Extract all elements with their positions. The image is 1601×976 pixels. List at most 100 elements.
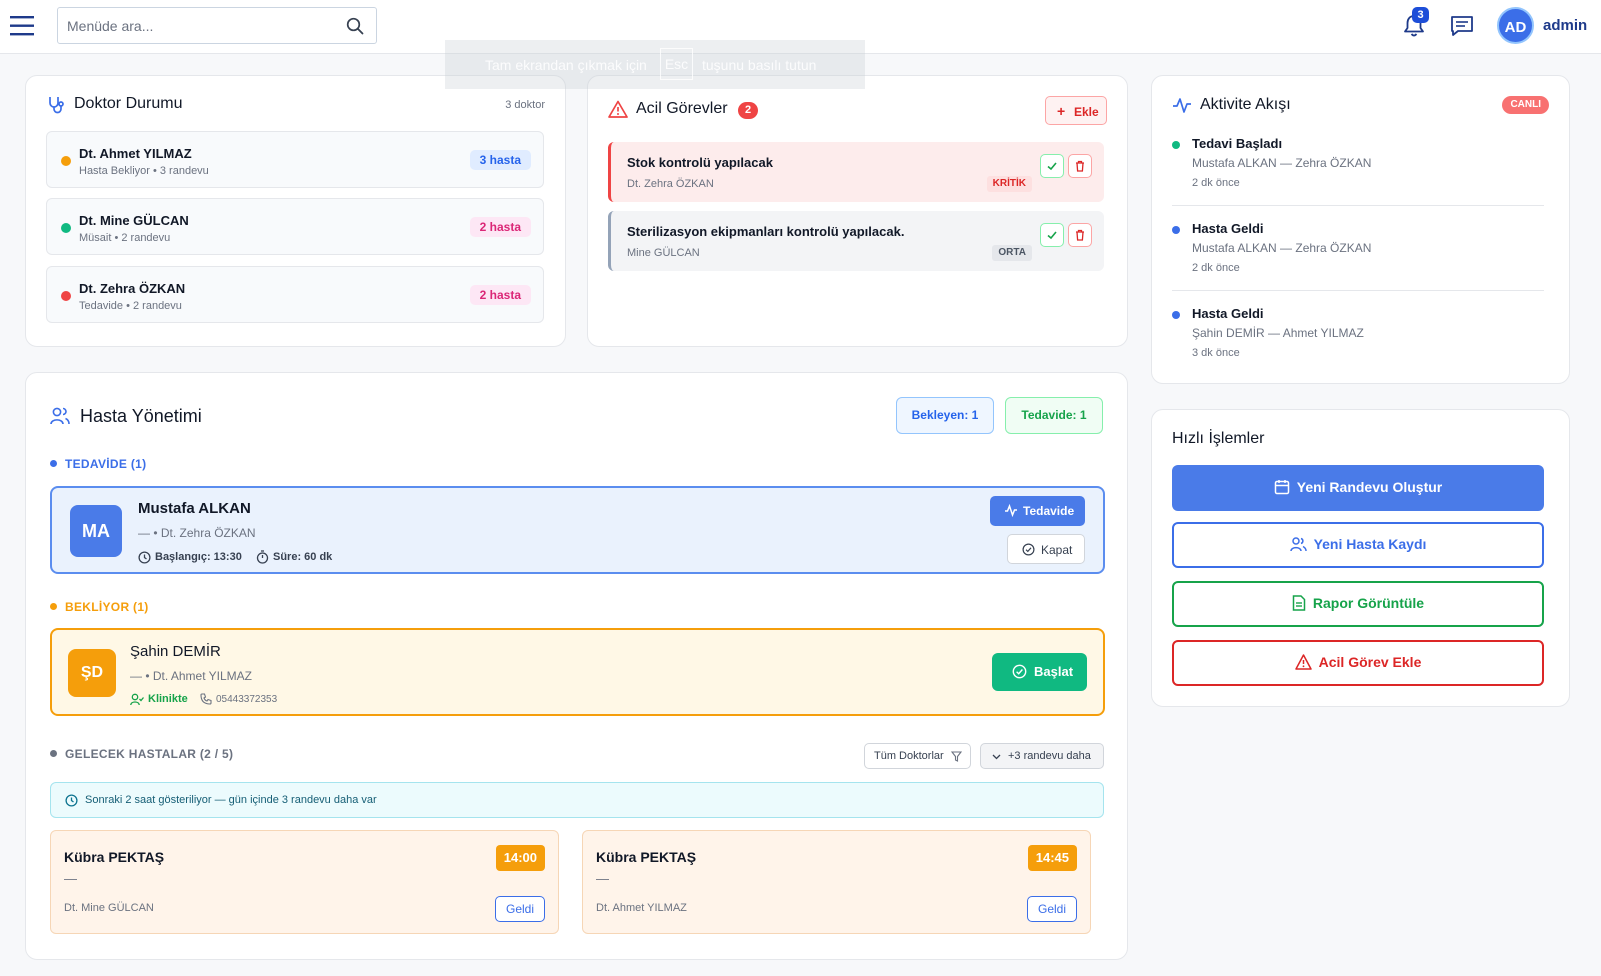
upcoming-info-text: Sonraki 2 saat gösteriliyor — gün içinde…: [85, 794, 377, 806]
doctor-item[interactable]: Dt. Mine GÜLCAN Müsait • 2 randevu 2 has…: [46, 198, 544, 255]
clock-icon: [65, 794, 78, 807]
users-icon: [1289, 537, 1307, 552]
activity-dot: [1172, 311, 1180, 319]
priority-tag: KRİTİK: [986, 176, 1032, 192]
patient-avatar: ŞD: [68, 649, 116, 697]
clock-icon: [138, 551, 151, 564]
activity-desc: Mustafa ALKAN — Zehra ÖZKAN: [1192, 241, 1372, 255]
doctor-status-text: Müsait • 2 randevu: [79, 232, 171, 244]
appointment-doctor: Dt. Mine GÜLCAN: [64, 902, 154, 914]
user-name[interactable]: admin: [1543, 17, 1587, 34]
stethoscope-icon: [46, 95, 66, 115]
view-report-button[interactable]: Rapor Görüntüle: [1172, 581, 1544, 627]
task-item[interactable]: Stok kontrolü yapılacak Dt. Zehra ÖZKAN …: [608, 142, 1104, 202]
fullscreen-exit-toast: Tam ekrandan çıkmak için Esc tuşunu bası…: [445, 40, 865, 89]
doctor-status-text: Hasta Bekliyor • 3 randevu: [79, 165, 209, 177]
activity-heading: Tedavi Başladı: [1192, 136, 1283, 151]
task-item[interactable]: Sterilizasyon ekipmanları kontrolü yapıl…: [608, 211, 1104, 271]
waiting-patient-card[interactable]: ŞD Şahin DEMİR — • Dt. Ahmet YILMAZ Klin…: [50, 628, 1105, 716]
arrived-button[interactable]: Geldi: [494, 896, 545, 922]
check-icon: [1047, 162, 1057, 171]
delete-task-button[interactable]: [1068, 223, 1092, 247]
waiting-section-text: BEKLİYOR (1): [65, 600, 149, 614]
filter-icon: [951, 751, 962, 762]
doctor-filter-select[interactable]: Tüm Doktorlar: [864, 743, 971, 769]
users-icon: [50, 406, 70, 425]
patient-name: Şahin DEMİR: [130, 643, 221, 660]
status-dot: [61, 156, 71, 166]
treating-status-button[interactable]: Tedavide: [990, 496, 1085, 526]
add-task-button[interactable]: + Ekle: [1045, 96, 1107, 125]
doctor-status-text: Tedavide • 2 randevu: [79, 300, 182, 312]
doctor-name: Dt. Ahmet YILMAZ: [79, 146, 192, 161]
menu-search-input[interactable]: [58, 8, 328, 43]
add-urgent-task-button[interactable]: Acil Görev Ekle: [1172, 640, 1544, 686]
patient-avatar: MA: [70, 505, 122, 557]
chevron-down-icon: [992, 752, 1001, 761]
patient-management-title: Hasta Yönetimi: [80, 406, 202, 426]
new-patient-button[interactable]: Yeni Hasta Kaydı: [1172, 522, 1544, 568]
doctor-name: Dt. Mine GÜLCAN: [79, 213, 189, 228]
treating-section-text: TEDAVİDE (1): [65, 457, 147, 471]
warning-icon: [1294, 654, 1312, 670]
patient-management-card: Hasta Yönetimi Bekleyen: 1 Tedavide: 1 T…: [25, 372, 1128, 960]
close-treatment-button[interactable]: Kapat: [1007, 534, 1085, 564]
new-appointment-button[interactable]: Yeni Randevu Oluştur: [1172, 465, 1544, 511]
task-title: Stok kontrolü yapılacak: [627, 155, 773, 170]
urgent-tasks-card: Acil Görevler 2 + Ekle Stok kontrolü yap…: [587, 75, 1128, 347]
activity-feed-card: Aktivite Akışı CANLI Tedavi Başladı Must…: [1151, 75, 1570, 384]
delete-task-button[interactable]: [1068, 154, 1092, 178]
start-treatment-label: Başlat: [1034, 664, 1074, 679]
appointment-time: 14:00: [495, 845, 545, 871]
activity-time: 2 dk önce: [1192, 262, 1240, 274]
search-icon[interactable]: [346, 17, 364, 35]
task-assignee: Dt. Zehra ÖZKAN: [627, 178, 714, 190]
patient-count-pill: 3 hasta: [469, 150, 531, 170]
activity-item: Hasta Geldi Mustafa ALKAN — Zehra ÖZKAN …: [1172, 221, 1544, 291]
messages-icon[interactable]: [1450, 15, 1474, 37]
doctor-count: 3 doktor: [505, 99, 545, 111]
duration: Süre: 60 dk: [273, 551, 333, 563]
complete-task-button[interactable]: [1040, 154, 1064, 178]
patient-count-pill: 2 hasta: [469, 217, 531, 237]
activity-heading: Hasta Geldi: [1192, 306, 1264, 321]
check-icon: [1047, 231, 1057, 240]
plus-icon: +: [1057, 103, 1066, 119]
warning-icon: [608, 100, 628, 118]
more-appointments-button[interactable]: +3 randevu daha: [980, 743, 1104, 769]
priority-tag: ORTA: [992, 245, 1032, 261]
doctor-item[interactable]: Dt. Zehra ÖZKAN Tedavide • 2 randevu 2 h…: [46, 266, 544, 323]
user-avatar[interactable]: AD: [1497, 7, 1534, 44]
hamburger-menu-icon[interactable]: [10, 15, 34, 37]
appointment-time: 14:45: [1027, 845, 1077, 871]
upcoming-section-label: GELECEK HASTALAR (2 / 5): [50, 747, 233, 761]
new-appointment-label: Yeni Randevu Oluştur: [1296, 479, 1443, 495]
treating-count-badge: Tedavide: 1: [1005, 397, 1103, 434]
trash-icon: [1076, 229, 1084, 241]
urgent-tasks-title: Acil Görevler: [636, 100, 728, 117]
upcoming-info-banner: Sonraki 2 saat gösteriliyor — gün içinde…: [50, 782, 1104, 818]
esc-key-hint: Esc: [660, 48, 693, 80]
user-check-icon: [130, 693, 144, 706]
doctor-item[interactable]: Dt. Ahmet YILMAZ Hasta Bekliyor • 3 rand…: [46, 131, 544, 188]
start-treatment-button[interactable]: Başlat: [992, 653, 1087, 691]
activity-time: 2 dk önce: [1192, 177, 1240, 189]
start-time: Başlangıç: 13:30: [155, 551, 242, 563]
upcoming-section-text: GELECEK HASTALAR (2 / 5): [65, 747, 234, 761]
arrived-button[interactable]: Geldi: [1026, 896, 1077, 922]
patient-count-pill: 2 hasta: [469, 285, 531, 305]
timer-icon: [256, 550, 269, 564]
activity-item: Hasta Geldi Şahin DEMİR — Ahmet YILMAZ 3…: [1172, 306, 1544, 366]
upcoming-appointment-card[interactable]: Kübra PEKTAŞ — Dt. Ahmet YILMAZ 14:45 Ge…: [582, 830, 1091, 934]
toast-text-before: Tam ekrandan çıkmak için: [485, 57, 647, 73]
treating-patient-card[interactable]: MA Mustafa ALKAN — • Dt. Zehra ÖZKAN Baş…: [50, 486, 1105, 574]
activity-desc: Mustafa ALKAN — Zehra ÖZKAN: [1192, 156, 1372, 170]
waiting-count-badge: Bekleyen: 1: [896, 397, 994, 434]
complete-task-button[interactable]: [1040, 223, 1064, 247]
activity-item: Tedavi Başladı Mustafa ALKAN — Zehra ÖZK…: [1172, 136, 1544, 206]
activity-desc: Şahin DEMİR — Ahmet YILMAZ: [1192, 326, 1364, 340]
section-dot: [50, 603, 57, 610]
upcoming-appointment-card[interactable]: Kübra PEKTAŞ — Dt. Mine GÜLCAN 14:00 Gel…: [50, 830, 559, 934]
task-title: Sterilizasyon ekipmanları kontrolü yapıl…: [627, 224, 905, 239]
calendar-icon: [1274, 480, 1289, 495]
